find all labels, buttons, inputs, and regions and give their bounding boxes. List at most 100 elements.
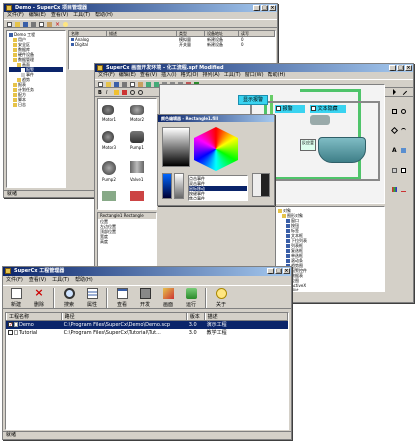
checkbox-tool[interactable] bbox=[400, 167, 407, 174]
menu-tools[interactable]: 工具(T) bbox=[73, 12, 90, 19]
col-path[interactable]: 路径 bbox=[61, 313, 187, 320]
tree-item[interactable]: 图片 bbox=[278, 288, 382, 291]
pump2-symbol[interactable] bbox=[102, 161, 116, 175]
color-hexagon-picker[interactable] bbox=[194, 127, 238, 171]
maximize-button[interactable]: □ bbox=[397, 65, 404, 71]
col-type[interactable]: 类型 bbox=[177, 31, 205, 36]
trend-tool[interactable] bbox=[400, 186, 407, 193]
new-button[interactable] bbox=[97, 81, 104, 88]
paste-button[interactable] bbox=[46, 21, 53, 28]
motor2-symbol[interactable] bbox=[130, 105, 144, 115]
menu-window[interactable]: 窗口(W) bbox=[245, 72, 264, 79]
pipe-horizontal-top[interactable] bbox=[300, 89, 360, 92]
motor1-symbol[interactable] bbox=[102, 105, 114, 115]
close-button[interactable]: × bbox=[269, 5, 276, 11]
menu-help[interactable]: 帮助(H) bbox=[268, 72, 286, 79]
cut-button[interactable] bbox=[121, 81, 128, 88]
close-button[interactable]: × bbox=[283, 268, 290, 274]
chart-tool[interactable] bbox=[391, 186, 398, 193]
ellipse-tool[interactable] bbox=[400, 108, 407, 115]
valve1-symbol[interactable] bbox=[130, 161, 144, 173]
table-row[interactable]: ✓ Demo C:\Program Files\SuperCx\Demo\Demo… bbox=[6, 321, 288, 329]
menu-view[interactable]: 查看(V) bbox=[140, 72, 157, 79]
menu-file[interactable]: 文件(F) bbox=[6, 276, 23, 285]
checkbox-icon[interactable] bbox=[8, 330, 13, 335]
col-name[interactable]: 名称 bbox=[69, 31, 107, 36]
menu-format[interactable]: 格式(O) bbox=[181, 72, 199, 79]
about-button[interactable]: 关于 bbox=[210, 287, 232, 309]
button-tool[interactable] bbox=[391, 167, 398, 174]
checkbox-checked-icon[interactable]: ✓ bbox=[8, 322, 13, 328]
search-project-button[interactable]: 搜索 bbox=[58, 287, 80, 309]
col-addr[interactable]: 设备地址 bbox=[205, 31, 239, 36]
motor3-symbol[interactable] bbox=[102, 131, 114, 143]
arc-tool[interactable] bbox=[400, 127, 407, 134]
manager-window-titlebar[interactable]: SuperCx 工程管理器 _ □ × bbox=[3, 267, 291, 276]
grayscale-picker[interactable] bbox=[162, 127, 190, 167]
show-alarm-button[interactable]: 显示报警 bbox=[238, 95, 268, 105]
save-button[interactable] bbox=[22, 21, 29, 28]
project-properties-button[interactable]: 属性 bbox=[81, 287, 103, 309]
col-description[interactable]: 描述 bbox=[204, 313, 288, 320]
menu-arrange[interactable]: 排列(A) bbox=[202, 72, 219, 79]
menu-file[interactable]: 文件(F) bbox=[7, 12, 24, 19]
menu-file[interactable]: 文件(F) bbox=[98, 72, 115, 79]
menu-help[interactable]: 帮助(H) bbox=[75, 276, 93, 285]
line-color-button[interactable] bbox=[121, 89, 128, 96]
menu-insert[interactable]: 插入(I) bbox=[161, 72, 176, 79]
col-version[interactable]: 版本 bbox=[186, 313, 205, 320]
bold-button[interactable]: B bbox=[97, 89, 104, 96]
col-project-name[interactable]: 工程名称 bbox=[6, 313, 62, 320]
editor-window-titlebar[interactable]: SuperCx 画面开发环境 - 化工流程.spf Modified _ □ × bbox=[95, 64, 413, 72]
pipe-symbol[interactable] bbox=[102, 191, 116, 201]
copy-button[interactable] bbox=[129, 81, 136, 88]
view-button[interactable]: 查看 bbox=[111, 287, 133, 309]
open-button[interactable] bbox=[105, 81, 112, 88]
help-button[interactable] bbox=[62, 21, 69, 28]
minimize-button[interactable]: _ bbox=[389, 65, 396, 71]
run-project-button[interactable]: 运行 bbox=[180, 287, 202, 309]
text-tool[interactable]: A bbox=[391, 147, 398, 154]
menu-tools[interactable]: 工具(T) bbox=[224, 72, 241, 79]
property-row[interactable]: 高度 bbox=[98, 239, 156, 244]
tree-item-log[interactable]: 日志 bbox=[9, 102, 63, 107]
save-button[interactable] bbox=[113, 81, 120, 88]
menu-tools[interactable]: 工具(T) bbox=[52, 276, 69, 285]
menu-help[interactable]: 帮助(H) bbox=[95, 12, 113, 19]
table-row[interactable]: Digital 开关量 新建设备 0 bbox=[69, 42, 275, 47]
delete-project-button[interactable]: × 删除 bbox=[28, 287, 50, 309]
close-button[interactable]: × bbox=[405, 65, 412, 71]
tank-symbol[interactable] bbox=[130, 191, 144, 201]
maximize-button[interactable]: □ bbox=[261, 5, 268, 11]
col-desc[interactable]: 描述 bbox=[107, 31, 177, 36]
alarm-checkbox[interactable]: 报警 bbox=[275, 105, 305, 113]
current-color-swatch[interactable] bbox=[162, 173, 172, 199]
undo-button[interactable] bbox=[145, 81, 152, 88]
minimize-button[interactable]: _ bbox=[253, 5, 260, 11]
image-tool[interactable] bbox=[400, 147, 407, 154]
new-project-button[interactable]: 新建 bbox=[5, 287, 27, 309]
reactor-tank[interactable] bbox=[318, 137, 366, 163]
new-color-swatch[interactable] bbox=[174, 173, 184, 199]
menu-edit[interactable]: 编辑(E) bbox=[29, 12, 46, 19]
open-button[interactable] bbox=[14, 21, 21, 28]
menu-edit[interactable]: 编辑(E) bbox=[119, 72, 136, 79]
paste-button[interactable] bbox=[137, 81, 144, 88]
new-button[interactable] bbox=[6, 21, 13, 28]
fill-color-button[interactable] bbox=[113, 89, 120, 96]
cut-button[interactable] bbox=[30, 21, 37, 28]
table-row[interactable]: Tutorial C:\Program Files\SuperCx\Tutori… bbox=[6, 329, 288, 337]
polygon-tool[interactable] bbox=[390, 127, 399, 135]
menu-view[interactable]: 查看(V) bbox=[51, 12, 68, 19]
zoom-in-button[interactable] bbox=[129, 89, 136, 96]
delete-button[interactable]: × bbox=[54, 21, 61, 28]
project-window-titlebar[interactable]: Demo - SuperCx 项目管理器 _ □ × bbox=[4, 4, 277, 12]
list-item[interactable]: 焦点事件 bbox=[189, 196, 247, 200]
screen-button[interactable]: 画面 bbox=[157, 287, 179, 309]
col-rw[interactable]: 读写 bbox=[239, 31, 275, 36]
copy-button[interactable] bbox=[38, 21, 45, 28]
color-dialog-titlebar[interactable]: 颜色编辑器 - Rectangle1.fill bbox=[158, 115, 274, 122]
line-tool[interactable] bbox=[399, 87, 408, 96]
rectangle-tool[interactable] bbox=[391, 108, 398, 115]
italic-button[interactable]: I bbox=[105, 89, 112, 96]
